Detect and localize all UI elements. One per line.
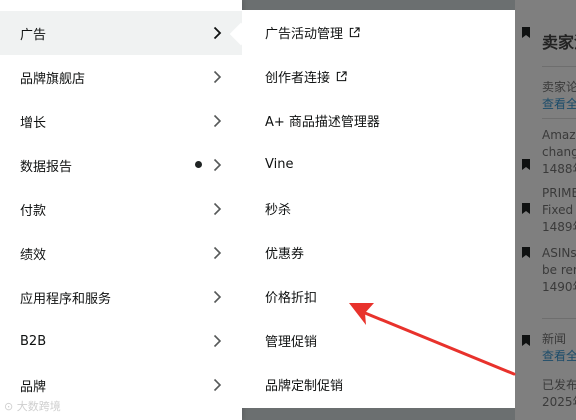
chevron-right-icon [213, 290, 222, 304]
background-text: be remo [542, 263, 576, 277]
external-link-icon [336, 70, 347, 81]
background-text: PRIME B [542, 186, 576, 200]
chevron-right-icon [213, 158, 222, 172]
submenu-item-label: 秒杀 [265, 202, 292, 218]
external-link-icon [349, 26, 360, 37]
submenu-item-price-discounts[interactable]: 价格折扣 [242, 274, 515, 318]
submenu-item-coupons[interactable]: 优惠券 [242, 230, 530, 274]
chevron-right-icon [213, 70, 222, 84]
menu-item-advertising[interactable]: 广告 [0, 11, 242, 55]
submenu-item-vine[interactable]: Vine [242, 142, 530, 186]
submenu-item-lightning-deals[interactable]: 秒杀 [242, 186, 530, 230]
bookmark-icon[interactable] [522, 335, 530, 346]
background-link: 查看全部 [542, 97, 576, 111]
bookmark-icon[interactable] [522, 159, 530, 170]
background-text: Fixed ur [542, 203, 576, 217]
background-text: 1488年 [542, 162, 576, 176]
bookmark-icon[interactable] [522, 247, 530, 258]
advertising-submenu: 广告活动管理 创作者连接 A+ 商品描述管理器 Vine 秒杀 优惠券 价格折扣… [242, 10, 530, 408]
menu-item-brand-store[interactable]: 品牌旗舰店 [0, 55, 242, 99]
stage: 卖家消 卖家论坛 查看全部 Amazon changin 1488年 PRIME… [0, 0, 576, 420]
background-text: 已发布 [542, 378, 576, 392]
chevron-right-icon [213, 378, 222, 392]
background-text: 新闻 [542, 332, 567, 346]
divider [542, 318, 576, 319]
chevron-right-icon [213, 114, 222, 128]
menu-item-payments[interactable]: 付款 [0, 187, 242, 231]
menu-item-b2b[interactable]: B2B [0, 319, 242, 363]
notification-dot [195, 161, 202, 168]
background-text: ASINs a [542, 246, 576, 260]
background-text: changin [542, 145, 576, 159]
watermark: ⊙ 大数跨境 [4, 400, 61, 413]
submenu-item-brand-tailored-promotions[interactable]: 品牌定制促销 [242, 362, 515, 406]
submenu-item-label: 价格折扣 [265, 290, 318, 306]
submenu-item-creator-connections[interactable]: 创作者连接 [242, 54, 515, 98]
bookmark-icon[interactable] [522, 27, 530, 38]
menu-item-performance[interactable]: 绩效 [0, 231, 242, 275]
menu-item-apps-services[interactable]: 应用程序和服务 [0, 275, 242, 319]
menu-item-growth[interactable]: 增长 [0, 99, 242, 143]
submenu-item-label: A+ 商品描述管理器 [265, 114, 380, 130]
menu-item-data-reports[interactable]: 数据报告 [0, 143, 242, 187]
submenu-item-label: 品牌定制促销 [265, 378, 344, 394]
divider [542, 118, 576, 119]
submenu-item-label: 广告活动管理 [265, 26, 344, 42]
chevron-right-icon [213, 246, 222, 260]
submenu-item-campaign-manager[interactable]: 广告活动管理 [242, 10, 530, 54]
background-link: 查看全部 [542, 349, 576, 363]
submenu-item-label: 优惠券 [265, 246, 305, 262]
submenu-item-label: 管理促销 [265, 334, 318, 350]
background-text: Amazon [542, 128, 576, 142]
submenu-item-label: Vine [265, 156, 294, 172]
chevron-right-icon [213, 202, 222, 216]
background-text: 卖家论坛 [542, 80, 576, 94]
left-nav-menu: 广告 品牌旗舰店 增长 数据报告 付款 绩效 应用程序和服务 B2B 品牌 [0, 0, 242, 420]
submenu-item-a-plus-manager[interactable]: A+ 商品描述管理器 [242, 98, 515, 142]
chevron-right-icon [213, 334, 222, 348]
background-text: 1489年 [542, 220, 576, 234]
submenu-item-label: 创作者连接 [265, 70, 331, 86]
background-title: 卖家消 [542, 33, 576, 52]
background-text: 1490年 [542, 280, 576, 294]
chevron-right-icon [213, 26, 222, 40]
divider [542, 66, 576, 67]
background-text: 2025年 [542, 395, 576, 409]
bookmark-icon[interactable] [522, 203, 530, 214]
submenu-item-manage-promotions[interactable]: 管理促销 [242, 318, 530, 362]
